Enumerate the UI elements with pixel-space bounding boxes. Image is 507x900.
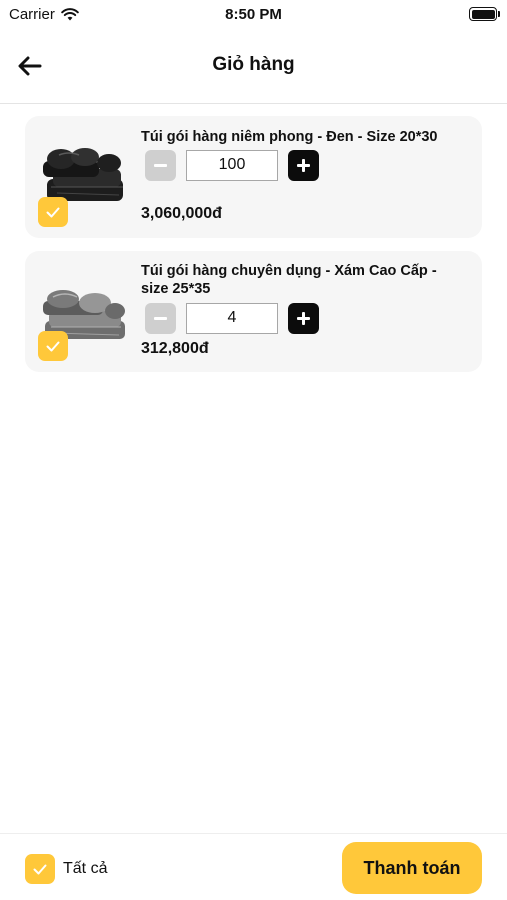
check-icon bbox=[46, 341, 60, 351]
item-price: 3,060,000đ bbox=[141, 205, 222, 222]
battery-icon bbox=[469, 7, 500, 21]
item-checkbox[interactable] bbox=[38, 331, 68, 361]
item-name: Túi gói hàng chuyên dụng - Xám Cao Cấp -… bbox=[141, 263, 437, 297]
select-all-checkbox[interactable] bbox=[25, 854, 55, 884]
bottom-bar: Tất cả Thanh toán bbox=[0, 833, 507, 900]
select-all-toggle[interactable]: Tất cả bbox=[25, 854, 107, 884]
minus-icon bbox=[154, 316, 167, 320]
plus-icon-bar bbox=[302, 311, 305, 325]
quantity-input[interactable] bbox=[186, 149, 278, 181]
battery-cap bbox=[498, 11, 500, 17]
checkout-button[interactable]: Thanh toán bbox=[342, 842, 482, 894]
item-name: Túi gói hàng niêm phong - Đen - Size 20*… bbox=[141, 129, 438, 145]
nav-bar: Giỏ hàng bbox=[0, 28, 507, 104]
battery-level bbox=[471, 9, 495, 19]
minus-icon bbox=[154, 163, 167, 167]
increase-button[interactable] bbox=[288, 302, 319, 334]
decrease-button[interactable] bbox=[145, 302, 176, 334]
cart-item: Túi gói hàng niêm phong - Đen - Size 20*… bbox=[25, 116, 482, 238]
quantity-stepper bbox=[145, 149, 319, 181]
check-icon bbox=[46, 207, 60, 217]
item-price: 312,800đ bbox=[141, 340, 209, 357]
decrease-button[interactable] bbox=[145, 149, 176, 181]
page-title: Giỏ hàng bbox=[212, 54, 295, 75]
plus-icon-bar bbox=[302, 158, 305, 172]
cart-screen: Carrier 8:50 PM Giỏ hàng Túi gói hàng ni… bbox=[0, 0, 507, 900]
quantity-stepper bbox=[145, 302, 319, 334]
increase-button[interactable] bbox=[288, 149, 319, 181]
item-checkbox[interactable] bbox=[38, 197, 68, 227]
status-bar: Carrier 8:50 PM bbox=[0, 0, 507, 28]
select-all-label: Tất cả bbox=[63, 860, 108, 877]
cart-item: Túi gói hàng chuyên dụng - Xám Cao Cấp -… bbox=[25, 251, 482, 372]
status-time: 8:50 PM bbox=[225, 6, 282, 23]
check-icon bbox=[33, 864, 47, 874]
quantity-input[interactable] bbox=[186, 302, 278, 334]
